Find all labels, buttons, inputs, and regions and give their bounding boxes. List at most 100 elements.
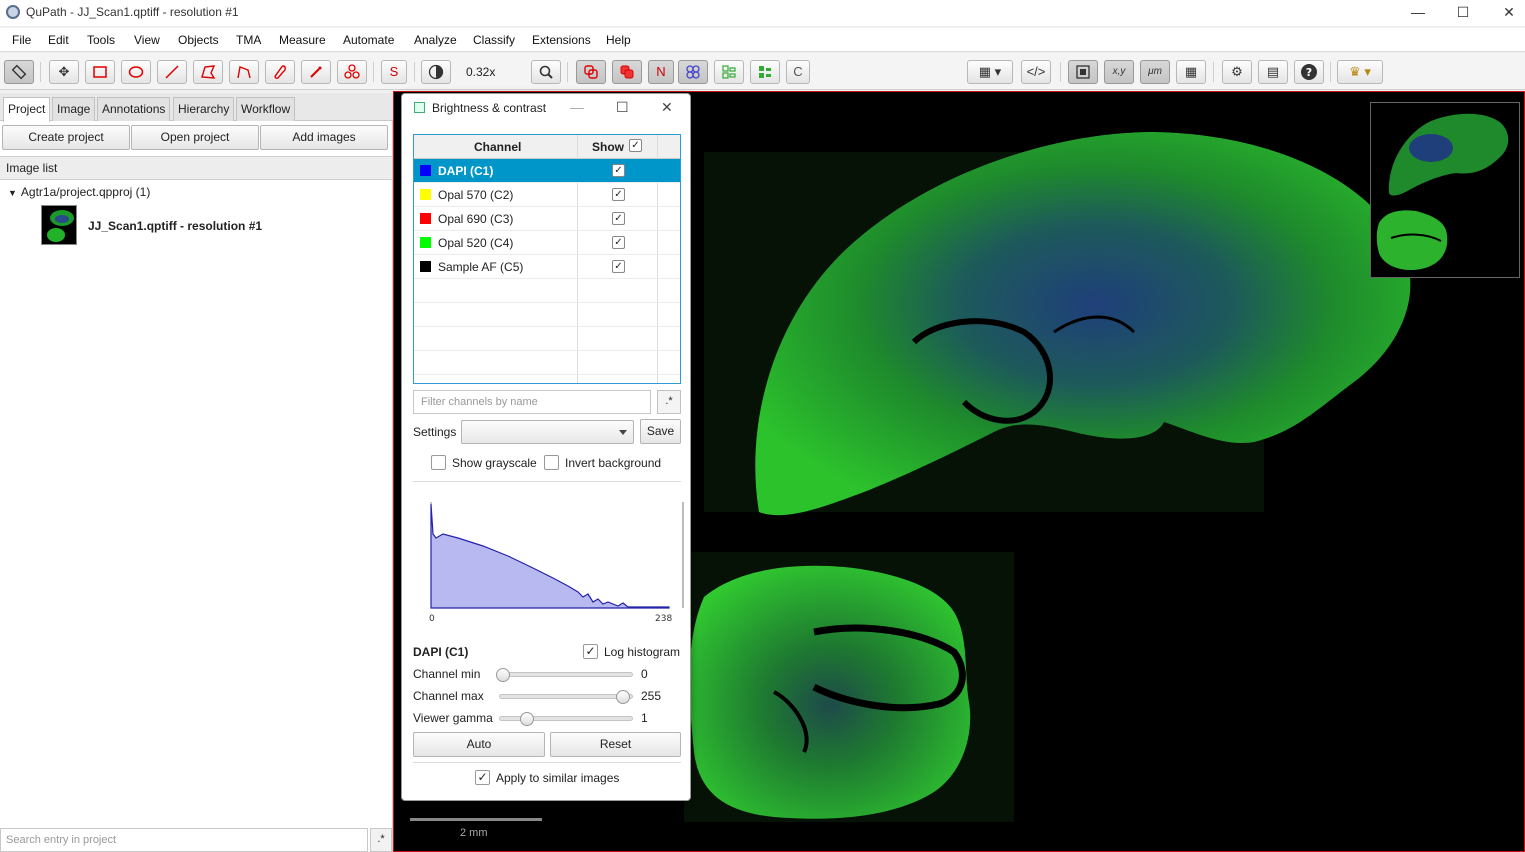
log-histogram-checkbox[interactable]: ✓ [583, 644, 598, 659]
menu-tma[interactable]: TMA [236, 33, 261, 47]
channel-show-checkbox[interactable]: ✓ [612, 236, 625, 249]
help-icon[interactable]: ? [1294, 60, 1324, 84]
show-tma-grid-icon[interactable] [678, 60, 708, 84]
move-icon[interactable]: ✥ [49, 60, 79, 84]
settings-combo[interactable] [461, 420, 634, 444]
channel-row[interactable]: Sample AF (C5) ✓ [414, 255, 680, 279]
title-bar: QuPath - JJ_Scan1.qptiff - resolution #1… [0, 0, 1525, 26]
empty-row [414, 327, 680, 351]
fill-detections-icon[interactable] [750, 60, 780, 84]
save-settings-button[interactable]: Save [640, 419, 681, 444]
dialog-title: Brightness & contrast [432, 101, 547, 115]
log-icon[interactable]: ▤ [1258, 60, 1288, 84]
project-tree-node[interactable]: ▼ Agtr1a/project.qpproj (1) [8, 185, 150, 199]
tree-expand-icon[interactable]: ▼ [8, 188, 17, 198]
ellipse-icon[interactable] [121, 60, 151, 84]
menu-extensions[interactable]: Extensions [532, 33, 591, 47]
tab-workflow[interactable]: Workflow [236, 97, 296, 121]
show-connections-button[interactable]: C [786, 60, 810, 84]
menu-help[interactable]: Help [606, 33, 631, 47]
channel-row[interactable]: Opal 520 (C4) ✓ [414, 231, 680, 255]
brush-icon[interactable] [265, 60, 295, 84]
project-entry[interactable]: JJ_Scan1.qptiff - resolution #1 [88, 219, 262, 233]
menu-file[interactable]: File [12, 33, 31, 47]
overview-minimap[interactable] [1370, 102, 1520, 278]
tab-project[interactable]: Project [3, 97, 51, 122]
project-search-input[interactable]: Search entry in project [0, 828, 368, 852]
channel-show-checkbox[interactable]: ✓ [612, 260, 625, 273]
channel-show-checkbox[interactable]: ✓ [612, 164, 625, 177]
channel-min-slider-thumb[interactable] [496, 668, 510, 682]
show-detections-icon[interactable] [714, 60, 744, 84]
show-annotations-icon[interactable] [576, 60, 606, 84]
menu-analyze[interactable]: Analyze [414, 33, 457, 47]
menu-view[interactable]: View [134, 33, 160, 47]
channel-row[interactable]: Opal 570 (C2) ✓ [414, 183, 680, 207]
points-icon[interactable] [337, 60, 367, 84]
rectangle-icon[interactable] [85, 60, 115, 84]
open-project-button[interactable]: Open project [131, 125, 259, 150]
zoom-to-fit-icon[interactable] [531, 60, 561, 84]
project-search-regex-button[interactable]: .* [370, 828, 392, 852]
apply-similar-checkbox[interactable]: ✓ [475, 770, 490, 785]
show-column-header[interactable]: Show [592, 140, 624, 154]
fill-annotations-icon[interactable] [612, 60, 642, 84]
extension-dropdown-icon[interactable]: ♛ ▾ [1337, 60, 1383, 84]
channel-row[interactable]: Opal 690 (C3) ✓ [414, 207, 680, 231]
channel-row[interactable]: DAPI (C1) ✓ [414, 159, 680, 183]
channel-filter-input[interactable]: Filter channels by name [413, 390, 651, 414]
create-project-button[interactable]: Create project [2, 125, 130, 150]
channel-show-checkbox[interactable]: ✓ [612, 212, 625, 225]
grid-dropdown-icon[interactable]: ▦ ▾ [967, 60, 1013, 84]
apply-similar-label: Apply to similar images [496, 771, 620, 785]
tab-hierarchy[interactable]: Hierarchy [173, 97, 235, 121]
minimize-button[interactable]: — [1395, 0, 1441, 26]
reset-button[interactable]: Reset [550, 732, 681, 757]
dialog-close-icon[interactable]: ✕ [661, 99, 673, 116]
scale-bar [410, 818, 542, 821]
menu-automate[interactable]: Automate [343, 33, 394, 47]
close-window-button[interactable]: ✕ [1486, 0, 1525, 26]
location-icon[interactable]: x,y [1104, 60, 1134, 84]
menu-edit[interactable]: Edit [48, 33, 69, 47]
histogram-max-label: 238 [655, 614, 672, 624]
brightness-contrast-icon[interactable] [421, 60, 451, 84]
add-images-button[interactable]: Add images [260, 125, 388, 150]
show-names-button[interactable]: N [648, 60, 674, 84]
preferences-icon[interactable]: ⚙ [1222, 60, 1252, 84]
channel-show-checkbox[interactable]: ✓ [612, 188, 625, 201]
wand-icon[interactable] [301, 60, 331, 84]
polygon-icon[interactable] [193, 60, 223, 84]
auto-button[interactable]: Auto [413, 732, 545, 757]
scalebar-icon[interactable]: μm [1140, 60, 1170, 84]
maximize-button[interactable]: ☐ [1440, 0, 1486, 26]
show-all-checkbox[interactable]: ✓ [629, 139, 642, 152]
show-grayscale-checkbox[interactable] [431, 455, 446, 470]
dialog-minimize-icon[interactable]: — [570, 99, 584, 115]
menu-classify[interactable]: Classify [473, 33, 515, 47]
selection-mode-button[interactable]: S [381, 60, 407, 84]
channel-column-header[interactable]: Channel [474, 140, 521, 154]
script-editor-icon[interactable]: </> [1021, 60, 1051, 84]
pixel-classifier-grid-icon[interactable]: ▦ [1176, 60, 1206, 84]
tab-annotations[interactable]: Annotations [97, 97, 171, 121]
scale-bar-label: 2 mm [460, 827, 488, 839]
menu-tools[interactable]: Tools [87, 33, 115, 47]
menu-objects[interactable]: Objects [178, 33, 219, 47]
channel-max-slider-thumb[interactable] [616, 690, 630, 704]
channel-max-slider[interactable] [499, 694, 633, 699]
menu-measure[interactable]: Measure [279, 33, 326, 47]
invert-background-checkbox[interactable] [544, 455, 559, 470]
overview-icon[interactable] [1068, 60, 1098, 84]
dialog-title-bar[interactable]: Brightness & contrast — ☐ ✕ [402, 94, 690, 122]
viewer-gamma-slider-thumb[interactable] [520, 712, 534, 726]
polyline-icon[interactable] [229, 60, 259, 84]
channel-filter-regex-button[interactable]: .* [657, 390, 681, 414]
line-icon[interactable] [157, 60, 187, 84]
channel-min-slider[interactable] [499, 672, 633, 677]
image-list-header: Image list [0, 156, 392, 180]
dialog-maximize-icon[interactable]: ☐ [616, 99, 629, 116]
image-thumbnail[interactable] [41, 205, 77, 245]
tab-image[interactable]: Image [52, 97, 96, 121]
measure-icon[interactable] [4, 60, 34, 84]
